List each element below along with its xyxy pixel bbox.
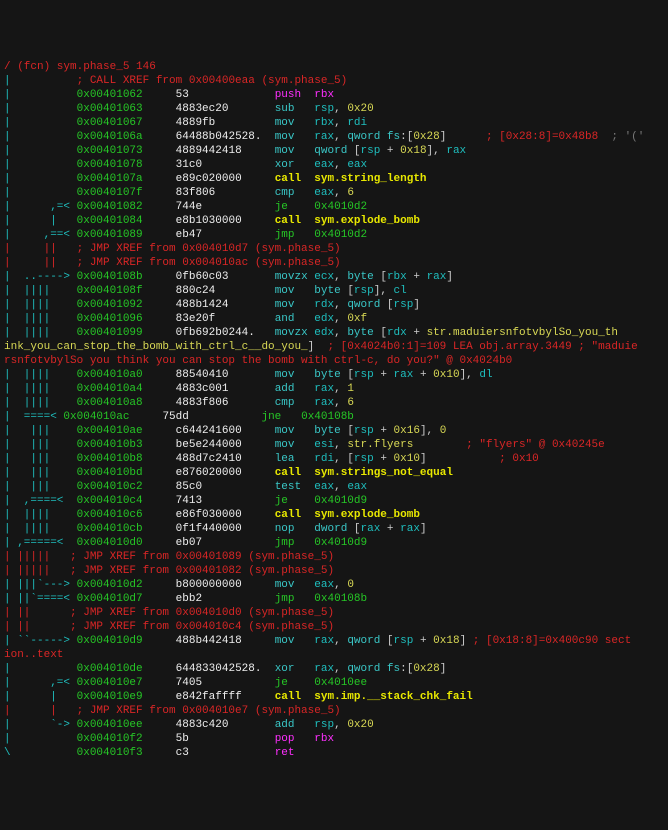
xref: | || ; JMP XREF from 0x004010d0 (sym.pha… bbox=[4, 606, 664, 620]
code-line[interactable]: | 0x00401078 31c0 xor eax, eax bbox=[4, 158, 664, 172]
code-line[interactable]: | ||| 0x004010ae c644241600 mov byte [rs… bbox=[4, 424, 664, 438]
code-line[interactable]: | 0x0040107f 83f806 cmp eax, 6 bbox=[4, 186, 664, 200]
xref: | || ; JMP XREF from 0x004010c4 (sym.pha… bbox=[4, 620, 664, 634]
code-line[interactable]: | |||| 0x004010cb 0f1f440000 nop dword [… bbox=[4, 522, 664, 536]
code-line[interactable]: | ||`====< 0x004010d7 ebb2 jmp 0x40108b bbox=[4, 592, 664, 606]
code-line[interactable]: | |||| 0x00401099 0fb692b0244. movzx edx… bbox=[4, 326, 664, 340]
code-line[interactable]: | ||| 0x004010c2 85c0 test eax, eax bbox=[4, 480, 664, 494]
code-line[interactable]: | ``-----> 0x004010d9 488b442418 mov rax… bbox=[4, 634, 664, 648]
code-line[interactable]: | |||| 0x0040108f 880c24 mov byte [rsp],… bbox=[4, 284, 664, 298]
code-line[interactable]: | |||| 0x004010a4 4883c001 add rax, 1 bbox=[4, 382, 664, 396]
code-line[interactable]: | |||| 0x004010c6 e86f030000 call sym.ex… bbox=[4, 508, 664, 522]
code-line[interactable]: | |||| 0x00401092 488b1424 mov rdx, qwor… bbox=[4, 298, 664, 312]
code-line[interactable]: | ||| 0x004010b8 488d7c2410 lea rdi, [rs… bbox=[4, 452, 664, 466]
code-line[interactable]: | ,=< 0x00401082 744e je 0x4010d2 bbox=[4, 200, 664, 214]
code-line[interactable]: | |||`---> 0x004010d2 b800000000 mov eax… bbox=[4, 578, 664, 592]
code-line[interactable]: | 0x00401073 4889442418 mov qword [rsp +… bbox=[4, 144, 664, 158]
code-line[interactable]: | |||| 0x00401096 83e20f and edx, 0xf bbox=[4, 312, 664, 326]
code-line[interactable]: | |||| 0x004010a8 4883f806 cmp rax, 6 bbox=[4, 396, 664, 410]
code-line[interactable]: | 0x0040106a 64488b042528. mov rax, qwor… bbox=[4, 130, 664, 144]
code-line[interactable]: | ,====< 0x004010c4 7413 je 0x4010d9 bbox=[4, 494, 664, 508]
function-header: / (fcn) sym.phase_5 146 bbox=[4, 60, 664, 74]
code-line[interactable]: | 0x00401067 4889fb mov rbx, rdi bbox=[4, 116, 664, 130]
code-line[interactable]: | 0x00401062 53 push rbx bbox=[4, 88, 664, 102]
code-line[interactable]: | ..----> 0x0040108b 0fb60c03 movzx ecx,… bbox=[4, 270, 664, 284]
xref: | || ; JMP XREF from 0x004010ac (sym.pha… bbox=[4, 256, 664, 270]
code-line[interactable]: | ,==< 0x00401089 eb47 jmp 0x4010d2 bbox=[4, 228, 664, 242]
code-line[interactable]: | ||| 0x004010bd e876020000 call sym.str… bbox=[4, 466, 664, 480]
xref: | ||||| ; JMP XREF from 0x00401082 (sym.… bbox=[4, 564, 664, 578]
code-line[interactable]: | ||| 0x004010b3 be5e244000 mov esi, str… bbox=[4, 438, 664, 452]
code-line-wrap: rsnfotvbylSo you think you can stop the … bbox=[4, 354, 664, 368]
code-line[interactable]: | 0x004010f2 5b pop rbx bbox=[4, 732, 664, 746]
code-line[interactable]: | |||| 0x004010a0 88540410 mov byte [rsp… bbox=[4, 368, 664, 382]
code-line[interactable]: | 0x00401063 4883ec20 sub rsp, 0x20 bbox=[4, 102, 664, 116]
code-line[interactable]: | | 0x004010e9 e842faffff call sym.imp._… bbox=[4, 690, 664, 704]
xref: | || ; JMP XREF from 0x004010d7 (sym.pha… bbox=[4, 242, 664, 256]
xref: | ; CALL XREF from 0x00400eaa (sym.phase… bbox=[4, 74, 664, 88]
code-line[interactable]: | 0x004010de 644833042528. xor rax, qwor… bbox=[4, 662, 664, 676]
disassembly-view[interactable]: / (fcn) sym.phase_5 146| ; CALL XREF fro… bbox=[4, 60, 664, 760]
code-line[interactable]: | ,=< 0x004010e7 7405 je 0x4010ee bbox=[4, 676, 664, 690]
code-line[interactable]: | `-> 0x004010ee 4883c420 add rsp, 0x20 bbox=[4, 718, 664, 732]
xref: | | ; JMP XREF from 0x004010e7 (sym.phas… bbox=[4, 704, 664, 718]
code-line-wrap: ink_you_can_stop_the_bomb_with_ctrl_c__d… bbox=[4, 340, 664, 354]
code-line[interactable]: | ====< 0x004010ac 75dd jne 0x40108b bbox=[4, 410, 664, 424]
code-line-wrap: ion..text bbox=[4, 648, 664, 662]
xref: | ||||| ; JMP XREF from 0x00401089 (sym.… bbox=[4, 550, 664, 564]
code-line[interactable]: \ 0x004010f3 c3 ret bbox=[4, 746, 664, 760]
code-line[interactable]: | ,=====< 0x004010d0 eb07 jmp 0x4010d9 bbox=[4, 536, 664, 550]
code-line[interactable]: | 0x0040107a e89c020000 call sym.string_… bbox=[4, 172, 664, 186]
code-line[interactable]: | | 0x00401084 e8b1030000 call sym.explo… bbox=[4, 214, 664, 228]
